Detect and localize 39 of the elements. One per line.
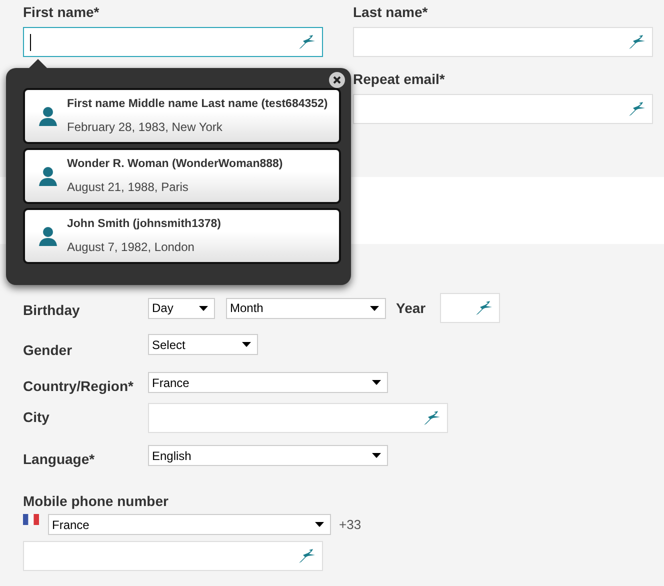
select-field[interactable]: Month (226, 298, 386, 318)
close-button[interactable] (329, 72, 345, 88)
suggestion-details: August 7, 1982, London (67, 238, 196, 256)
select-field[interactable]: France (48, 514, 331, 535)
suggestion-name: John Smith (johnsmith1378) (67, 217, 221, 232)
field-label: Year (396, 300, 426, 316)
select-field[interactable]: Select (148, 334, 258, 355)
suggestion-item[interactable]: First name Middle name Last name (test684352) February 28, 1983, New York (23, 88, 341, 144)
person-icon (39, 106, 57, 126)
field-label: Country/Region* (23, 378, 134, 395)
caret-icon (315, 522, 324, 527)
suggestion-details: August 21, 1988, Paris (67, 178, 190, 196)
suggestion-name: First name Middle name Last name (test684352) (67, 97, 328, 112)
text-input-field[interactable] (23, 27, 323, 57)
caret-icon (372, 453, 381, 458)
select-field[interactable]: Day (148, 298, 215, 318)
caret-icon (199, 306, 208, 310)
caret-icon (370, 306, 379, 310)
close-icon (333, 76, 341, 84)
suggestion-name: Wonder R. Woman (WonderWoman888) (67, 157, 283, 172)
person-icon (39, 226, 57, 246)
person-icon (39, 166, 57, 186)
suggestion-details: February 28, 1983, New York (67, 118, 224, 136)
field-label: Language* (23, 451, 96, 468)
suggestion-item[interactable]: Wonder R. Woman (WonderWoman888) August 21, 1988, Paris (23, 148, 341, 204)
country-code-text: +33 (339, 516, 362, 534)
field-label: Repeat email* (353, 71, 446, 88)
field-label: Last name* (353, 4, 429, 21)
field-label: Mobile phone number (23, 493, 170, 510)
field-label: City (23, 409, 50, 426)
flag-icon (23, 514, 39, 525)
suggestion-item[interactable]: John Smith (johnsmith1378) August 7, 1982, London (23, 208, 341, 264)
select-field[interactable]: France (148, 372, 388, 393)
field-label: First name* (23, 4, 100, 21)
caret-icon (372, 380, 381, 385)
caret-icon (242, 342, 251, 347)
select-field[interactable]: English (148, 445, 388, 466)
field-label: Birthday (23, 302, 81, 319)
field-label: Gender (23, 342, 74, 359)
